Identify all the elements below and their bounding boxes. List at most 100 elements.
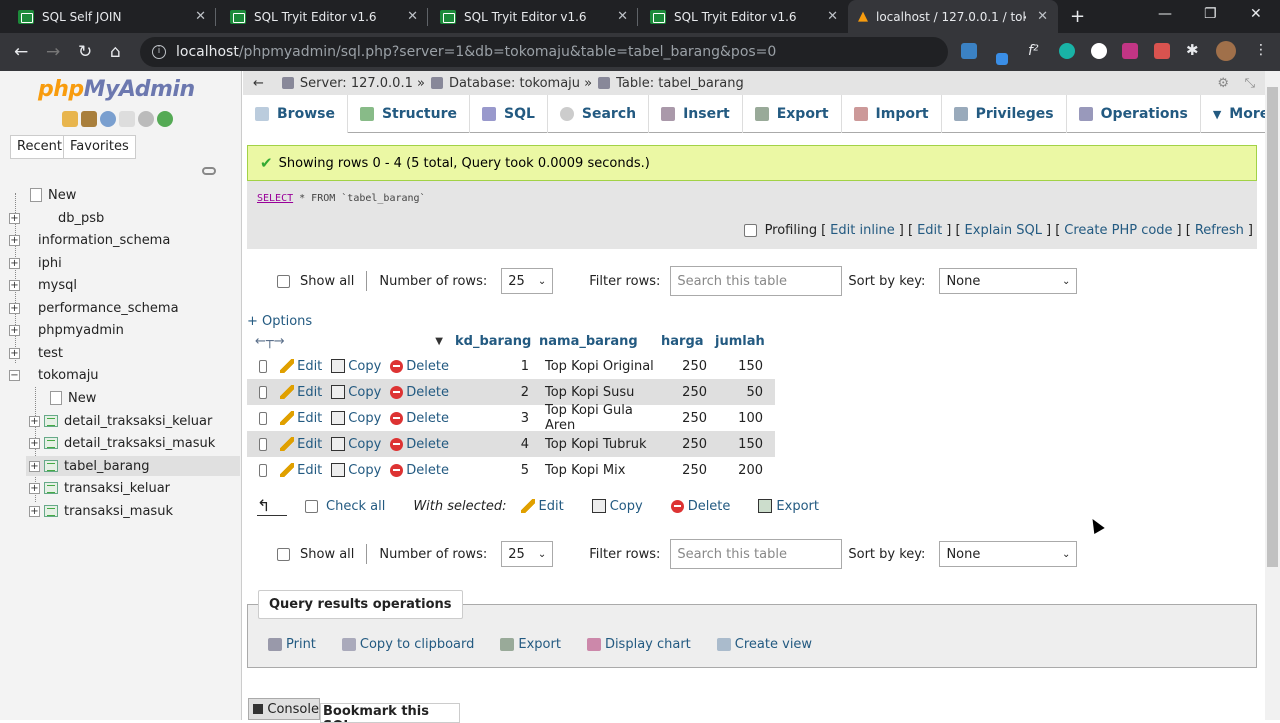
instagram-extension-icon[interactable] — [1122, 43, 1138, 59]
breadcrumb-server[interactable]: Server: 127.0.0.1 » — [300, 76, 425, 91]
tab-structure[interactable]: Structure — [348, 95, 470, 133]
cell-nama-barang[interactable]: Top Kopi Susu — [539, 385, 661, 400]
check-all-link[interactable]: Check all — [326, 499, 385, 514]
page-scrollbar[interactable] — [1265, 71, 1280, 720]
row-checkbox[interactable] — [259, 411, 268, 425]
row-checkbox[interactable] — [259, 385, 268, 399]
row-edit-link[interactable]: Edit — [280, 385, 322, 400]
collapse-arrow-icon[interactable]: ← — [253, 76, 264, 91]
create-php-code-link[interactable]: Create PHP code — [1064, 223, 1172, 238]
cell-nama-barang[interactable]: Top Kopi Gula Aren — [539, 403, 661, 433]
sort-by-key-select[interactable]: None ⌄ — [939, 268, 1078, 294]
cell-jumlah[interactable]: 50 — [715, 385, 775, 400]
sql-query-text[interactable]: SELECT * FROM `tabel_barang` — [257, 193, 426, 204]
breadcrumb-database[interactable]: Database: tokomaju » — [449, 76, 592, 91]
column-header-harga[interactable]: harga — [661, 334, 715, 349]
red-extension-icon[interactable] — [1154, 43, 1170, 59]
m-extension-icon[interactable] — [1059, 43, 1075, 59]
refresh-link[interactable]: Refresh — [1195, 223, 1244, 238]
cell-kd-barang[interactable]: 2 — [455, 385, 539, 400]
cell-harga[interactable]: 250 — [661, 437, 715, 452]
tree-table-item[interactable]: + transaksi_keluar — [29, 478, 170, 498]
help-icon[interactable] — [100, 111, 116, 127]
download-extension-icon[interactable] — [961, 43, 977, 59]
new-tab-icon[interactable]: + — [1070, 6, 1085, 27]
docs-icon[interactable] — [119, 111, 135, 127]
cell-jumlah[interactable]: 150 — [715, 359, 775, 374]
cell-harga[interactable]: 250 — [661, 411, 715, 426]
back-icon[interactable]: ← — [14, 42, 28, 62]
column-header-jumlah[interactable]: jumlah — [715, 334, 775, 349]
column-header-kd-barang[interactable]: kd_barang — [455, 334, 539, 349]
check-all-checkbox[interactable] — [305, 499, 318, 513]
tree-information-schema[interactable]: + information_schema — [9, 230, 170, 250]
close-tab-icon[interactable]: ✕ — [407, 9, 418, 24]
edit-link[interactable]: Edit — [917, 223, 942, 238]
browser-tab[interactable]: SQL Tryit Editor v1.6 ✕ — [632, 0, 848, 33]
forward-icon[interactable]: → — [46, 42, 60, 62]
filter-rows-input[interactable]: Search this table — [670, 539, 843, 569]
tree-table-item[interactable]: + detail_traksaksi_keluar — [29, 411, 212, 431]
options-toggle[interactable]: + Options — [247, 314, 312, 329]
formula-extension-icon[interactable]: f² — [1028, 43, 1044, 59]
home-icon[interactable]: ⌂ — [110, 42, 121, 62]
row-edit-link[interactable]: Edit — [280, 437, 322, 452]
reload-icon[interactable] — [157, 111, 173, 127]
row-checkbox[interactable] — [259, 359, 268, 373]
export-button[interactable]: Export — [500, 637, 561, 652]
tree-table-item[interactable]: + transaksi_masuk — [29, 501, 173, 521]
row-copy-link[interactable]: Copy — [331, 385, 381, 400]
cell-kd-barang[interactable]: 4 — [455, 437, 539, 452]
tree-phpmyadmin[interactable]: + phpmyadmin — [9, 320, 124, 340]
row-checkbox[interactable] — [259, 437, 268, 451]
row-delete-link[interactable]: Delete — [390, 437, 449, 452]
row-delete-link[interactable]: Delete — [390, 359, 449, 374]
column-header-nama-barang[interactable]: nama_barang — [539, 334, 661, 349]
show-all-checkbox[interactable] — [277, 274, 290, 288]
tab-sql[interactable]: SQL — [470, 95, 548, 133]
row-edit-link[interactable]: Edit — [280, 463, 322, 478]
tree-test[interactable]: + test — [9, 343, 63, 363]
column-resize-arrows-icon[interactable]: ←┬→ — [255, 334, 285, 349]
link-icon[interactable] — [202, 167, 216, 175]
cell-jumlah[interactable]: 100 — [715, 411, 775, 426]
phpmyadmin-logo[interactable]: phpMyAdmin — [38, 77, 195, 102]
number-of-rows-select[interactable]: 25 ⌄ — [501, 541, 554, 567]
cell-harga[interactable]: 250 — [661, 359, 715, 374]
restore-icon[interactable]: ❐ — [1204, 6, 1217, 22]
cell-kd-barang[interactable]: 5 — [455, 463, 539, 478]
close-tab-icon[interactable]: ✕ — [1037, 9, 1048, 24]
extensions-puzzle-icon[interactable]: ✱ — [1186, 41, 1202, 59]
bulk-copy-button[interactable]: Copy — [591, 499, 643, 514]
collapse-icon[interactable]: ⤡ — [1245, 76, 1255, 91]
address-bar[interactable]: i localhost/phpmyadmin/sql.php?server=1&… — [140, 37, 1075, 67]
settings-gear-icon[interactable]: ⚙ — [1217, 76, 1229, 91]
cell-jumlah[interactable]: 150 — [715, 437, 775, 452]
cell-nama-barang[interactable]: Top Kopi Tubruk — [539, 437, 661, 452]
tree-table-item[interactable]: + detail_traksaksi_masuk — [29, 433, 215, 453]
profiling-checkbox[interactable] — [743, 224, 757, 237]
cell-nama-barang[interactable]: Top Kopi Mix — [539, 463, 661, 478]
explain-sql-link[interactable]: Explain SQL — [965, 223, 1042, 238]
tree-tokomaju[interactable]: − tokomaju — [9, 365, 99, 385]
tab-operations[interactable]: Operations — [1067, 95, 1201, 133]
row-copy-link[interactable]: Copy — [331, 463, 381, 478]
home-icon[interactable] — [62, 111, 78, 127]
tab-privileges[interactable]: Privileges — [942, 95, 1067, 133]
browser-tab[interactable]: SQL Tryit Editor v1.6 ✕ — [212, 0, 428, 33]
close-tab-icon[interactable]: ✕ — [827, 9, 838, 24]
sort-by-key-select[interactable]: None ⌄ — [939, 541, 1078, 567]
filter-rows-input[interactable]: Search this table — [670, 266, 843, 296]
number-of-rows-select[interactable]: 25 ⌄ — [501, 268, 554, 294]
create-view-button[interactable]: Create view — [716, 637, 812, 652]
tree-db-psb[interactable]: + db_psb — [9, 208, 104, 228]
cell-jumlah[interactable]: 200 — [715, 463, 775, 478]
settings-icon[interactable] — [138, 111, 154, 127]
reload-icon[interactable]: ↻ — [78, 42, 92, 62]
browser-tab[interactable]: SQL Self JOIN ✕ — [0, 0, 216, 33]
row-edit-link[interactable]: Edit — [280, 359, 322, 374]
favorites-tab[interactable]: Favorites — [63, 135, 136, 159]
row-edit-link[interactable]: Edit — [280, 411, 322, 426]
pen-extension-icon[interactable] — [996, 53, 1008, 65]
tab-export[interactable]: Export — [743, 95, 842, 133]
